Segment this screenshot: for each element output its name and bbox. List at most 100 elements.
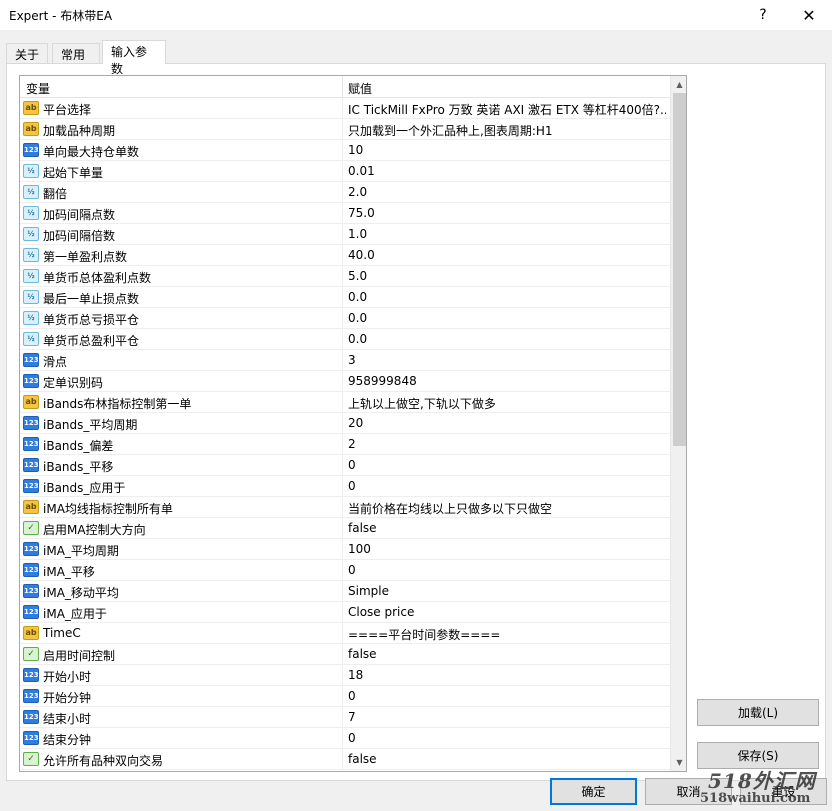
table-row[interactable]: ab 平台选择 IC TickMill FxPro 万致 英诺 AXI 激石 ETX… bbox=[20, 98, 670, 119]
parameter-value[interactable]: 0.0 bbox=[348, 332, 666, 346]
parameter-value[interactable]: 0 bbox=[348, 731, 666, 745]
parameter-value[interactable]: 0.0 bbox=[348, 311, 666, 325]
close-button[interactable]: ✕ bbox=[786, 0, 832, 30]
text-type-icon: ab bbox=[23, 500, 39, 514]
table-row[interactable]: ✓ 允许所有品种双向交易 false bbox=[20, 749, 670, 770]
table-row[interactable]: 123 结束小时 7 bbox=[20, 707, 670, 728]
parameter-value[interactable]: 0.01 bbox=[348, 164, 666, 178]
cell-divider bbox=[342, 476, 343, 497]
table-row[interactable]: 123 iMA_移动平均 Simple bbox=[20, 581, 670, 602]
table-row[interactable]: 123 滑点 3 bbox=[20, 350, 670, 371]
table-row[interactable]: ½ 单货币总体盈利点数 5.0 bbox=[20, 266, 670, 287]
parameter-name: 开始分钟 bbox=[43, 691, 92, 705]
parameter-value[interactable]: 2 bbox=[348, 437, 666, 451]
tab-about[interactable]: 关于 bbox=[6, 43, 48, 63]
table-row[interactable]: 123 iBands_偏差 2 bbox=[20, 434, 670, 455]
parameter-value[interactable]: 只加载到一个外汇品种上,图表周期:H1 bbox=[348, 122, 666, 139]
tab-inputs[interactable]: 输入参数 bbox=[102, 40, 166, 76]
cell-divider bbox=[342, 371, 343, 392]
parameter-name: 平台选择 bbox=[43, 103, 92, 117]
help-button[interactable]: ? bbox=[740, 0, 786, 30]
table-row[interactable]: 123 iBands_平均周期 20 bbox=[20, 413, 670, 434]
table-row[interactable]: ½ 单货币总亏损平仓 0.0 bbox=[20, 308, 670, 329]
table-row[interactable]: 123 单向最大持仓单数 10 bbox=[20, 140, 670, 161]
boolean-type-icon: ✓ bbox=[23, 752, 39, 766]
table-row[interactable]: 123 开始分钟 0 bbox=[20, 686, 670, 707]
table-row[interactable]: ab 加载品种周期 只加载到一个外汇品种上,图表周期:H1 bbox=[20, 119, 670, 140]
parameter-value[interactable]: 3 bbox=[348, 353, 666, 367]
parameter-value[interactable]: 75.0 bbox=[348, 206, 666, 220]
text-type-icon: ab bbox=[23, 626, 39, 640]
cell-divider bbox=[342, 665, 343, 686]
parameter-value[interactable]: 40.0 bbox=[348, 248, 666, 262]
table-row[interactable]: ½ 第一单盈利点数 40.0 bbox=[20, 245, 670, 266]
table-row[interactable]: ½ 加码间隔点数 75.0 bbox=[20, 203, 670, 224]
table-row[interactable]: 123 定单识别码 958999848 bbox=[20, 371, 670, 392]
parameter-value[interactable]: 1.0 bbox=[348, 227, 666, 241]
parameter-value[interactable]: 7 bbox=[348, 710, 666, 724]
parameter-name: iBands布林指标控制第一单 bbox=[43, 397, 192, 411]
integer-type-icon: 123 bbox=[23, 689, 39, 703]
parameter-value[interactable]: 0 bbox=[348, 689, 666, 703]
parameter-value[interactable]: 0.0 bbox=[348, 290, 666, 304]
ok-button[interactable]: 确定 bbox=[550, 778, 637, 805]
parameter-value[interactable]: Simple bbox=[348, 584, 666, 598]
parameter-value[interactable]: 10 bbox=[348, 143, 666, 157]
table-row[interactable]: 123 结束分钟 0 bbox=[20, 728, 670, 749]
parameter-name: iBands_应用于 bbox=[43, 481, 126, 495]
table-row[interactable]: 123 开始小时 18 bbox=[20, 665, 670, 686]
scroll-down-arrow-icon[interactable]: ▼ bbox=[671, 754, 686, 771]
parameter-value[interactable]: 当前价格在均线以上只做多以下只做空 bbox=[348, 500, 666, 517]
parameter-value[interactable]: 0 bbox=[348, 458, 666, 472]
table-row[interactable]: ½ 加码间隔倍数 1.0 bbox=[20, 224, 670, 245]
parameter-value[interactable]: false bbox=[348, 752, 666, 766]
parameter-name: 允许所有品种双向交易 bbox=[43, 754, 164, 768]
load-button[interactable]: 加载(L) bbox=[697, 699, 819, 726]
cell-divider bbox=[342, 266, 343, 287]
parameter-value[interactable]: 0 bbox=[348, 563, 666, 577]
parameter-value[interactable]: false bbox=[348, 647, 666, 661]
parameter-value[interactable]: IC TickMill FxPro 万致 英诺 AXI 激石 ETX 等杠杆40… bbox=[348, 101, 666, 118]
parameter-value[interactable]: 958999848 bbox=[348, 374, 666, 388]
column-header-variable[interactable]: 变量 bbox=[26, 80, 50, 97]
cell-divider bbox=[342, 581, 343, 602]
parameter-value[interactable]: Close price bbox=[348, 605, 666, 619]
table-row[interactable]: ab iBands布林指标控制第一单 上轨以上做空,下轨以下做多 bbox=[20, 392, 670, 413]
double-type-icon: ½ bbox=[23, 227, 39, 241]
table-row[interactable]: 123 iMA_平均周期 100 bbox=[20, 539, 670, 560]
parameter-value[interactable]: 2.0 bbox=[348, 185, 666, 199]
cell-divider bbox=[342, 392, 343, 413]
cell-divider bbox=[342, 245, 343, 266]
parameter-name: iMA_平移 bbox=[43, 565, 95, 579]
table-row[interactable]: ½ 单货币总盈利平仓 0.0 bbox=[20, 329, 670, 350]
table-row[interactable]: 123 iMA_平移 0 bbox=[20, 560, 670, 581]
table-row[interactable]: 123 iBands_应用于 0 bbox=[20, 476, 670, 497]
table-row[interactable]: ½ 起始下单量 0.01 bbox=[20, 161, 670, 182]
parameter-name: iMA_平均周期 bbox=[43, 544, 119, 558]
parameter-value[interactable]: false bbox=[348, 521, 666, 535]
parameter-value[interactable]: 0 bbox=[348, 479, 666, 493]
table-row[interactable]: ab TimeC ====平台时间参数==== bbox=[20, 623, 670, 644]
column-header-value[interactable]: 赋值 bbox=[348, 80, 372, 97]
parameter-value[interactable]: 18 bbox=[348, 668, 666, 682]
tab-common[interactable]: 常用 bbox=[52, 43, 100, 63]
table-row[interactable]: ½ 最后一单止损点数 0.0 bbox=[20, 287, 670, 308]
boolean-type-icon: ✓ bbox=[23, 521, 39, 535]
table-row[interactable]: 123 iBands_平移 0 bbox=[20, 455, 670, 476]
parameter-value[interactable]: 100 bbox=[348, 542, 666, 556]
vertical-scrollbar[interactable]: ▲ ▼ bbox=[670, 76, 686, 771]
scroll-up-arrow-icon[interactable]: ▲ bbox=[671, 76, 686, 93]
table-row[interactable]: ✓ 启用MA控制大方向 false bbox=[20, 518, 670, 539]
parameter-value[interactable]: 上轨以上做空,下轨以下做多 bbox=[348, 395, 666, 412]
parameter-value[interactable]: 20 bbox=[348, 416, 666, 430]
column-divider[interactable] bbox=[342, 76, 343, 98]
table-row[interactable]: 123 iMA_应用于 Close price bbox=[20, 602, 670, 623]
scroll-thumb[interactable] bbox=[673, 93, 686, 446]
parameter-value[interactable]: 5.0 bbox=[348, 269, 666, 283]
table-row[interactable]: ✓ 启用时间控制 false bbox=[20, 644, 670, 665]
integer-type-icon: 123 bbox=[23, 458, 39, 472]
table-row[interactable]: ab iMA均线指标控制所有单 当前价格在均线以上只做多以下只做空 bbox=[20, 497, 670, 518]
table-row[interactable]: ½ 翻倍 2.0 bbox=[20, 182, 670, 203]
parameter-value[interactable]: ====平台时间参数==== bbox=[348, 626, 666, 643]
cell-divider bbox=[342, 728, 343, 749]
